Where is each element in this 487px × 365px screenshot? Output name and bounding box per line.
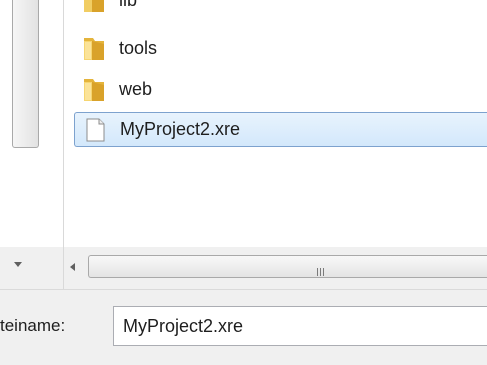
navigation-pane[interactable]: [0, 0, 63, 247]
scrollbar-track[interactable]: [84, 254, 487, 280]
grip-icon: [317, 263, 326, 276]
scrollbar-thumb[interactable]: [88, 255, 487, 278]
horizontal-scrollbar[interactable]: [64, 247, 487, 289]
arrow-left-icon: [70, 263, 75, 271]
navigation-scrollbar-thumb[interactable]: [12, 0, 39, 148]
list-item-label: MyProject2.xre: [120, 119, 241, 139]
navigation-pane-footer: [0, 247, 63, 289]
folder-icon: [84, 0, 104, 12]
scroll-left-button[interactable]: [64, 256, 84, 278]
folder-icon: [84, 37, 104, 60]
navigation-scrollbar-track[interactable]: [12, 148, 39, 247]
file-dialog: lib tools web MyProject2.xre teiname: My…: [0, 0, 487, 365]
filename-input[interactable]: [113, 306, 487, 346]
list-item-myproject2[interactable]: MyProject2.xre: [74, 112, 487, 147]
list-item-web[interactable]: web: [74, 72, 487, 107]
list-item-tools[interactable]: tools: [74, 31, 487, 66]
divider: [0, 289, 487, 290]
list-item-label: tools: [119, 38, 158, 58]
folder-icon: [84, 78, 104, 101]
file-list[interactable]: lib tools web MyProject2.xre: [64, 0, 487, 247]
list-item-lib[interactable]: lib: [74, 0, 487, 18]
filename-label: teiname:: [0, 316, 66, 335]
list-item-label: lib: [119, 0, 138, 10]
file-icon: [86, 118, 105, 141]
list-item-label: web: [119, 79, 153, 99]
arrow-down-icon[interactable]: [14, 262, 22, 267]
